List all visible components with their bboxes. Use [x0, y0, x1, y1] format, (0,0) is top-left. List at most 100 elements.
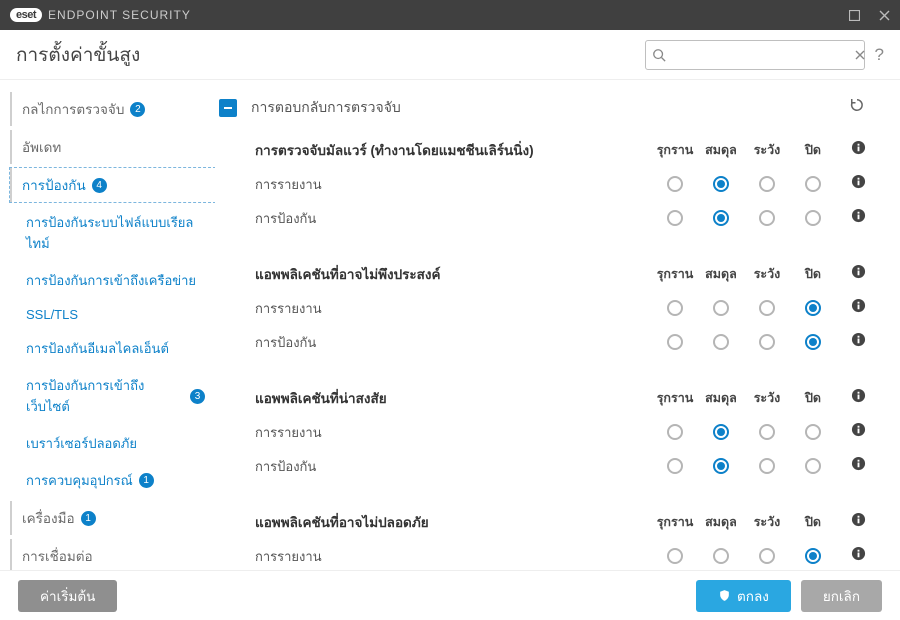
radio-option[interactable] [759, 210, 775, 226]
radio-option[interactable] [805, 424, 821, 440]
help-button[interactable]: ? [875, 45, 884, 65]
sidebar-item-label: การป้องกัน [22, 174, 86, 196]
sidebar-item-label: การควบคุมอุปกรณ์ [26, 470, 133, 491]
info-icon[interactable] [836, 546, 866, 566]
info-icon[interactable] [836, 264, 866, 284]
column-header: สมดุล [698, 388, 744, 408]
sidebar-item-label: การเชื่อมต่อ [22, 545, 93, 567]
radio-cell [652, 547, 698, 565]
close-icon[interactable] [876, 7, 892, 23]
sidebar-item-web[interactable]: การป้องกันการเข้าถึงเว็บไซต์3 [6, 369, 215, 423]
radio-option[interactable] [667, 424, 683, 440]
radio-cell [652, 457, 698, 475]
sidebar-badge: 3 [190, 389, 205, 404]
info-icon[interactable] [836, 140, 866, 160]
info-icon[interactable] [836, 422, 866, 442]
radio-option[interactable] [713, 424, 729, 440]
radio-option[interactable] [713, 210, 729, 226]
radio-option[interactable] [805, 176, 821, 192]
sidebar-item-conn[interactable]: การเชื่อมต่อ [10, 539, 215, 570]
row-label: การรายงาน [255, 422, 652, 443]
radio-option[interactable] [667, 176, 683, 192]
radio-cell [652, 299, 698, 317]
radio-option[interactable] [667, 548, 683, 564]
radio-cell [698, 547, 744, 565]
maximize-icon[interactable] [846, 7, 862, 23]
radio-cell [790, 457, 836, 475]
radio-option[interactable] [805, 548, 821, 564]
radio-cell [698, 457, 744, 475]
column-header: ปิด [790, 264, 836, 284]
radio-option[interactable] [713, 548, 729, 564]
column-header: ปิด [790, 512, 836, 532]
row-label: การรายงาน [255, 298, 652, 319]
sidebar-item-label: การป้องกันระบบไฟล์แบบเรียลไทม์ [26, 212, 205, 254]
radio-cell [652, 423, 698, 441]
radio-option[interactable] [759, 300, 775, 316]
radio-cell [744, 333, 790, 351]
sidebar-item-net[interactable]: การป้องกันการเข้าถึงเครือข่าย [6, 264, 215, 297]
radio-option[interactable] [805, 300, 821, 316]
info-icon[interactable] [836, 456, 866, 476]
radio-option[interactable] [713, 300, 729, 316]
radio-option[interactable] [667, 210, 683, 226]
row-label: การป้องกัน [255, 332, 652, 353]
radio-option[interactable] [759, 548, 775, 564]
radio-option[interactable] [805, 458, 821, 474]
search-box[interactable] [645, 40, 865, 70]
radio-option[interactable] [713, 334, 729, 350]
column-header: รุกราน [652, 140, 698, 160]
radio-option[interactable] [805, 334, 821, 350]
radio-cell [652, 209, 698, 227]
defaults-button[interactable]: ค่าเริ่มต้น [18, 580, 117, 612]
sidebar: กลไกการตรวจจับ2อัพเดทการป้องกัน4การป้องก… [0, 80, 215, 570]
sidebar-item-ssl[interactable]: SSL/TLS [6, 301, 215, 328]
setting-row: การป้องกัน [255, 449, 866, 483]
title-bar: eset ENDPOINT SECURITY [0, 0, 900, 30]
radio-option[interactable] [759, 458, 775, 474]
sidebar-item-mail[interactable]: การป้องกันอีเมลไคลเอ็นต์ [6, 332, 215, 365]
info-icon[interactable] [836, 208, 866, 228]
ok-button[interactable]: ตกลง [696, 580, 791, 612]
info-icon[interactable] [836, 388, 866, 408]
sidebar-item-detect[interactable]: กลไกการตรวจจับ2 [10, 92, 215, 126]
setting-row: การรายงาน [255, 415, 866, 449]
brand: eset ENDPOINT SECURITY [10, 8, 191, 22]
info-icon[interactable] [836, 332, 866, 352]
radio-option[interactable] [667, 458, 683, 474]
sidebar-item-label: กลไกการตรวจจับ [22, 98, 124, 120]
sidebar-item-tools[interactable]: เครื่องมือ1 [10, 501, 215, 535]
search-input[interactable] [666, 47, 854, 62]
setting-row: การป้องกัน [255, 325, 866, 359]
radio-option[interactable] [713, 176, 729, 192]
radio-option[interactable] [805, 210, 821, 226]
body: กลไกการตรวจจับ2อัพเดทการป้องกัน4การป้องก… [0, 80, 900, 570]
radio-option[interactable] [759, 176, 775, 192]
clear-search-icon[interactable] [854, 49, 866, 61]
radio-option[interactable] [759, 424, 775, 440]
radio-option[interactable] [713, 458, 729, 474]
shield-icon [718, 589, 731, 602]
info-icon[interactable] [836, 512, 866, 532]
info-icon[interactable] [836, 298, 866, 318]
column-header: สมดุล [698, 264, 744, 284]
sidebar-item-update[interactable]: อัพเดท [10, 130, 215, 164]
info-icon[interactable] [836, 174, 866, 194]
sidebar-item-rt[interactable]: การป้องกันระบบไฟล์แบบเรียลไทม์ [6, 206, 215, 260]
cancel-button[interactable]: ยกเลิก [801, 580, 882, 612]
column-header: ระวัง [744, 264, 790, 284]
radio-option[interactable] [667, 300, 683, 316]
collapse-section-icon[interactable] [219, 99, 237, 117]
sidebar-item-browser[interactable]: เบราว์เซอร์ปลอดภัย [6, 427, 215, 460]
page-title: การตั้งค่าขั้นสูง [16, 40, 140, 70]
sidebar-item-label: เบราว์เซอร์ปลอดภัย [26, 433, 137, 454]
radio-option[interactable] [759, 334, 775, 350]
column-header: สมดุล [698, 512, 744, 532]
sidebar-item-protect[interactable]: การป้องกัน4 [10, 168, 215, 202]
radio-option[interactable] [667, 334, 683, 350]
sidebar-item-device[interactable]: การควบคุมอุปกรณ์1 [6, 464, 215, 497]
settings-group: แอพพลิเคชันที่น่าสงสัยรุกรานสมดุลระวังปิ… [215, 377, 886, 501]
radio-cell [744, 547, 790, 565]
settings-group: แอพพลิเคชันที่อาจไม่พึงประสงค์รุกรานสมดุ… [215, 253, 886, 377]
reset-section-icon[interactable] [848, 96, 866, 119]
